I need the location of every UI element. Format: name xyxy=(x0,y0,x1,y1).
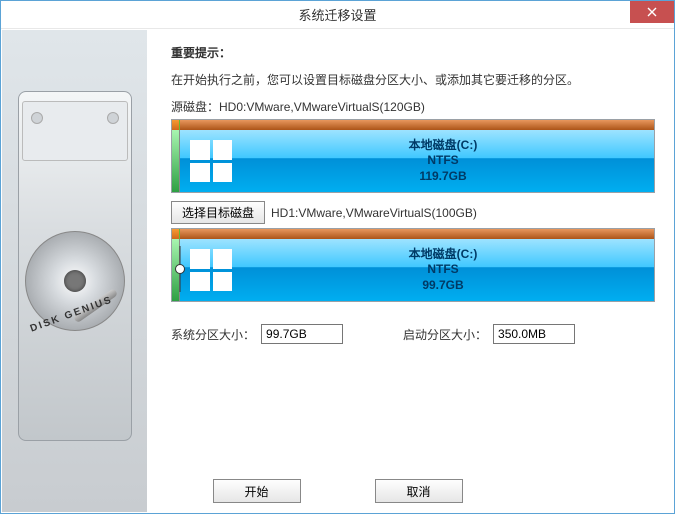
size-fields: 系统分区大小： 启动分区大小： xyxy=(171,324,655,344)
target-select-row: 选择目标磁盘 HD1:VMware,VMwareVirtualS(100GB) xyxy=(171,201,655,224)
target-partition-info: 本地磁盘(C:) NTFS 99.7GB xyxy=(232,247,654,294)
windows-icon xyxy=(190,140,232,182)
system-size-field: 系统分区大小： xyxy=(171,324,343,344)
close-button[interactable] xyxy=(630,1,674,23)
system-size-input[interactable] xyxy=(261,324,343,344)
target-disk-box: 本地磁盘(C:) NTFS 99.7GB xyxy=(171,228,655,302)
description: 在开始执行之前，您可以设置目标磁盘分区大小、或添加其它要迁移的分区。 xyxy=(171,71,655,88)
partition-fs: NTFS xyxy=(232,262,654,278)
partition-size: 119.7GB xyxy=(232,169,654,185)
main-panel: 重要提示： 在开始执行之前，您可以设置目标磁盘分区大小、或添加其它要迁移的分区。… xyxy=(147,30,673,512)
partition-size: 99.7GB xyxy=(232,278,654,294)
source-disk-label: 源磁盘： xyxy=(171,100,219,114)
close-icon xyxy=(647,7,657,17)
partition-name: 本地磁盘(C:) xyxy=(232,247,654,263)
sidebar-image: DISK GENIUS xyxy=(2,30,147,512)
target-disk-wrap: 本地磁盘(C:) NTFS 99.7GB xyxy=(171,228,655,310)
target-partition[interactable]: 本地磁盘(C:) NTFS 99.7GB xyxy=(180,239,654,301)
boot-size-field: 启动分区大小： xyxy=(403,324,575,344)
source-disk-line: 源磁盘：HD0:VMware,VMwareVirtualS(120GB) xyxy=(171,98,655,115)
select-target-button[interactable]: 选择目标磁盘 xyxy=(171,201,265,224)
titlebar: 系统迁移设置 xyxy=(1,1,674,29)
windows-icon xyxy=(190,249,232,291)
target-disk-text: HD1:VMware,VMwareVirtualS(100GB) xyxy=(271,206,477,220)
source-disk-text: HD0:VMware,VMwareVirtualS(120GB) xyxy=(219,100,425,114)
partition-name: 本地磁盘(C:) xyxy=(232,138,654,154)
dialog-window: 系统迁移设置 DISK GENIUS 重要提示： 在开始执行之前，您可以设置目标… xyxy=(0,0,675,514)
heading: 重要提示： xyxy=(171,44,655,61)
source-boot-partition xyxy=(172,130,180,192)
system-size-label: 系统分区大小： xyxy=(171,326,255,343)
start-button[interactable]: 开始 xyxy=(213,479,301,503)
hdd-illustration: DISK GENIUS xyxy=(10,81,140,461)
dialog-body: DISK GENIUS 重要提示： 在开始执行之前，您可以设置目标磁盘分区大小、… xyxy=(2,30,673,512)
partition-fs: NTFS xyxy=(232,153,654,169)
source-disk-box: 本地磁盘(C:) NTFS 119.7GB xyxy=(171,119,655,193)
footer-buttons: 开始 取消 xyxy=(1,479,674,503)
boot-size-label: 启动分区大小： xyxy=(403,326,487,343)
cancel-button[interactable]: 取消 xyxy=(375,479,463,503)
resize-handle[interactable] xyxy=(175,264,185,274)
source-partition[interactable]: 本地磁盘(C:) NTFS 119.7GB xyxy=(180,130,654,192)
window-title: 系统迁移设置 xyxy=(1,5,674,24)
source-partition-info: 本地磁盘(C:) NTFS 119.7GB xyxy=(232,138,654,185)
boot-size-input[interactable] xyxy=(493,324,575,344)
